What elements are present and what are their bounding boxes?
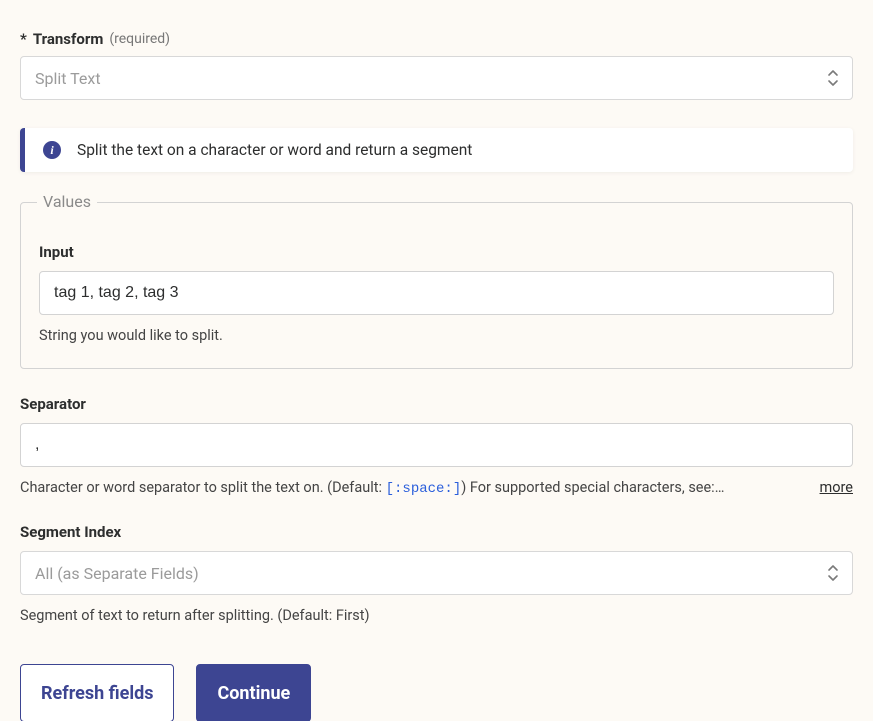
transform-select[interactable]: Split Text <box>20 56 853 100</box>
required-text: (required) <box>109 31 170 47</box>
info-icon: i <box>43 141 61 159</box>
refresh-fields-button[interactable]: Refresh fields <box>20 664 174 721</box>
transform-label: Transform <box>33 30 104 48</box>
info-banner: i Split the text on a character or word … <box>20 128 853 172</box>
chevron-up-down-icon <box>826 564 840 582</box>
segment-label: Segment Index <box>20 523 853 541</box>
values-fieldset: Values Input String you would like to sp… <box>20 202 853 369</box>
segment-select[interactable]: All (as Separate Fields) <box>20 551 853 595</box>
separator-help-suffix: ) For supported special characters, see:… <box>461 479 724 496</box>
continue-button[interactable]: Continue <box>196 664 311 721</box>
separator-help-code: [:space:] <box>386 481 462 497</box>
transform-label-row: * Transform (required) <box>20 30 853 48</box>
separator-help-prefix: Character or word separator to split the… <box>20 479 386 496</box>
button-row: Refresh fields Continue <box>20 664 853 721</box>
values-legend: Values <box>37 192 97 211</box>
input-label: Input <box>39 243 834 261</box>
separator-label: Separator <box>20 395 853 413</box>
segment-selected-value: All (as Separate Fields) <box>35 564 199 583</box>
more-link[interactable]: more <box>820 479 853 496</box>
chevron-up-down-icon <box>826 69 840 87</box>
required-asterisk: * <box>20 30 27 48</box>
segment-help-text: Segment of text to return after splittin… <box>20 607 853 624</box>
input-field[interactable] <box>39 271 834 315</box>
transform-selected-value: Split Text <box>35 69 101 88</box>
separator-block: Separator Character or word separator to… <box>20 395 853 497</box>
input-help-text: String you would like to split. <box>39 327 834 344</box>
segment-block: Segment Index All (as Separate Fields) S… <box>20 523 853 624</box>
separator-help-text: Character or word separator to split the… <box>20 479 800 497</box>
separator-field[interactable] <box>20 423 853 467</box>
info-banner-text: Split the text on a character or word an… <box>77 141 472 159</box>
